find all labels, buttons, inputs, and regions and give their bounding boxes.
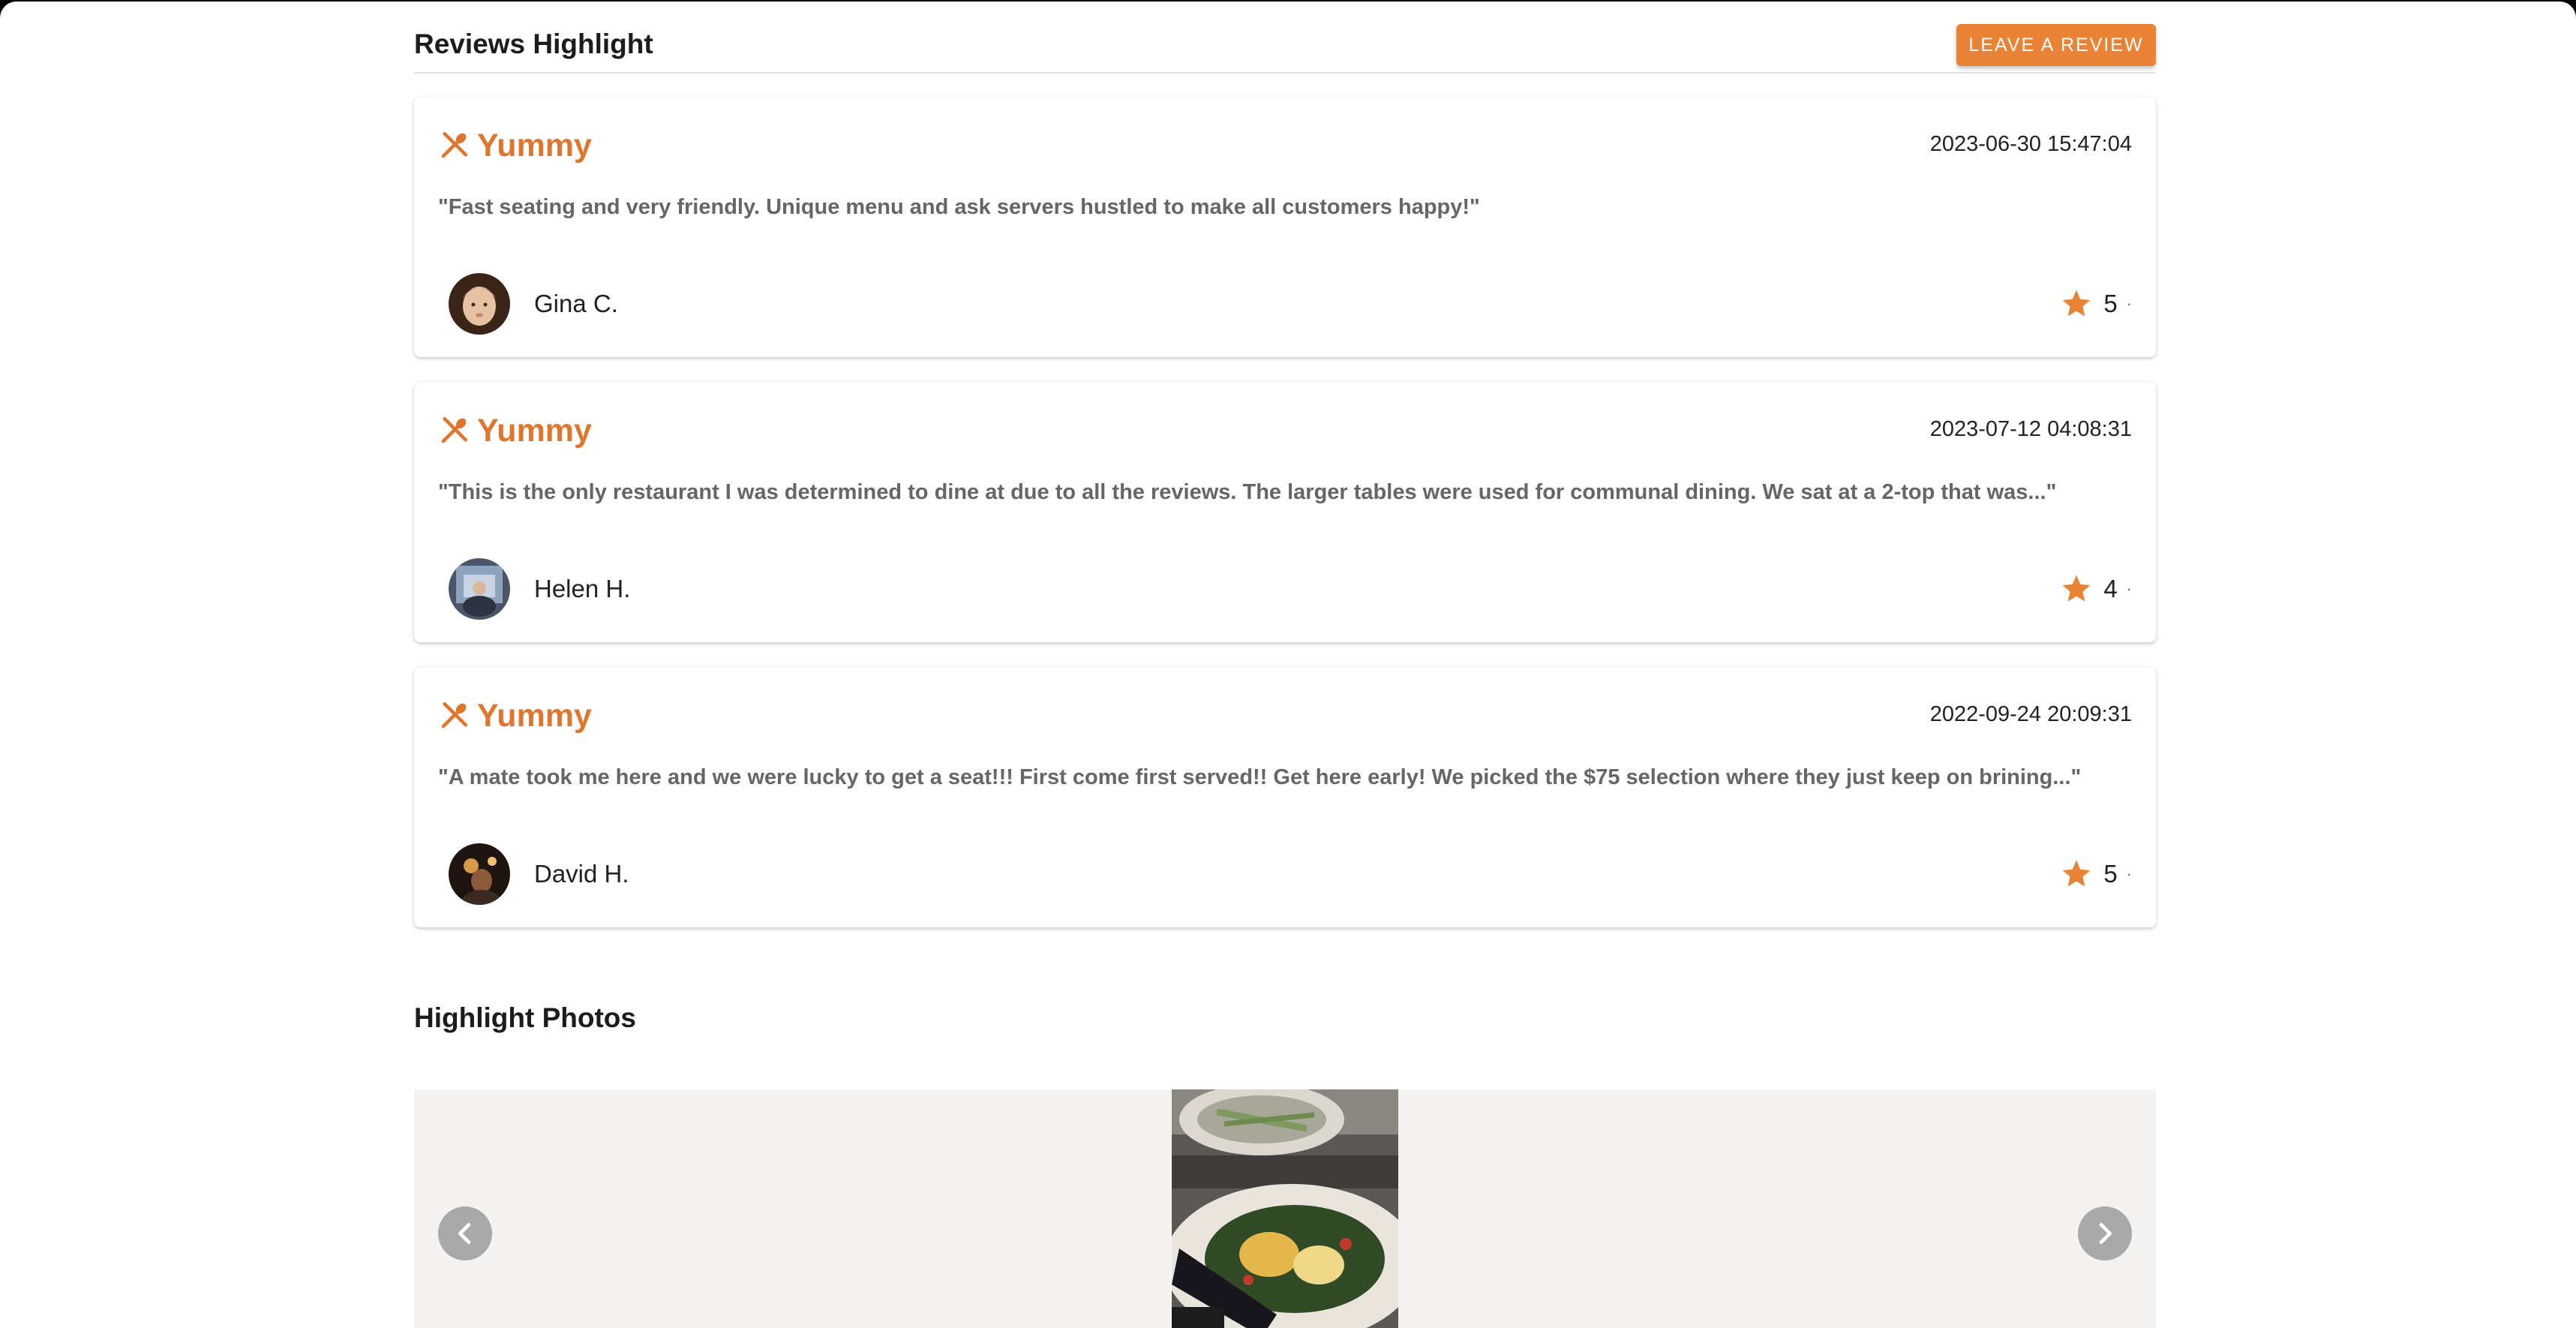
star-icon xyxy=(2062,860,2091,887)
avatar xyxy=(449,558,510,620)
review-tag-label: Yummy xyxy=(477,412,592,449)
avatar xyxy=(449,273,510,335)
reviews-header: Reviews Highlight LEAVE A REVIEW xyxy=(414,23,2156,74)
leave-review-button[interactable]: LEAVE A REVIEW xyxy=(1956,24,2156,66)
reviewer-name: David H. xyxy=(534,860,629,888)
review-date: 2022-09-24 20:09:31 xyxy=(1929,702,2132,726)
review-text: "Fast seating and very friendly. Unique … xyxy=(438,195,1480,219)
utensils-icon xyxy=(441,702,468,729)
utensils-icon xyxy=(441,416,468,443)
review-tag: Yummy xyxy=(438,410,592,452)
review-rating: 4 · xyxy=(2060,572,2132,606)
reviews-section-title: Reviews Highlight xyxy=(414,29,653,59)
carousel-prev-button[interactable] xyxy=(438,1206,492,1260)
review-text: "This is the only restaurant I was deter… xyxy=(438,480,2057,504)
review-date: 2023-06-30 15:47:04 xyxy=(1929,132,2132,156)
reviewer-name: Gina C. xyxy=(534,290,618,317)
review-card: Yummy 2023-06-30 15:47:04 "Fast seating … xyxy=(414,98,2156,357)
chevron-left-icon xyxy=(458,1223,471,1244)
rating-separator: · xyxy=(2126,864,2132,883)
utensils-icon xyxy=(441,131,468,158)
review-text: "A mate took me here and we were lucky t… xyxy=(438,765,2082,789)
rating-separator: · xyxy=(2126,294,2132,313)
review-tag: Yummy xyxy=(438,695,592,737)
review-rating: 5 · xyxy=(2060,857,2132,891)
photo-carousel xyxy=(414,1089,2156,1328)
review-tag-label: Yummy xyxy=(477,697,592,734)
star-icon xyxy=(2062,290,2091,317)
review-card: Yummy 2022-09-24 20:09:31 "A mate took m… xyxy=(414,668,2156,927)
carousel-photo[interactable] xyxy=(1172,1089,1398,1328)
rating-value: 4 xyxy=(2103,575,2118,602)
rating-separator: · xyxy=(2126,579,2132,598)
photos-section-title: Highlight Photos xyxy=(414,1002,636,1033)
review-tag-label: Yummy xyxy=(477,127,592,164)
review-date: 2023-07-12 04:08:31 xyxy=(1929,417,2132,441)
avatar xyxy=(449,843,510,905)
rating-value: 5 xyxy=(2103,860,2118,888)
star-icon xyxy=(2062,575,2091,602)
page-viewport: Reviews Highlight LEAVE A REVIEW Yummy 2… xyxy=(0,2,2576,1328)
carousel-next-button[interactable] xyxy=(2078,1206,2132,1260)
review-rating: 5 · xyxy=(2060,287,2132,321)
review-card: Yummy 2023-07-12 04:08:31 "This is the o… xyxy=(414,383,2156,642)
review-tag: Yummy xyxy=(438,125,592,167)
reviewer-name: Helen H. xyxy=(534,575,631,602)
rating-value: 5 xyxy=(2103,290,2118,317)
chevron-right-icon xyxy=(2099,1223,2112,1244)
